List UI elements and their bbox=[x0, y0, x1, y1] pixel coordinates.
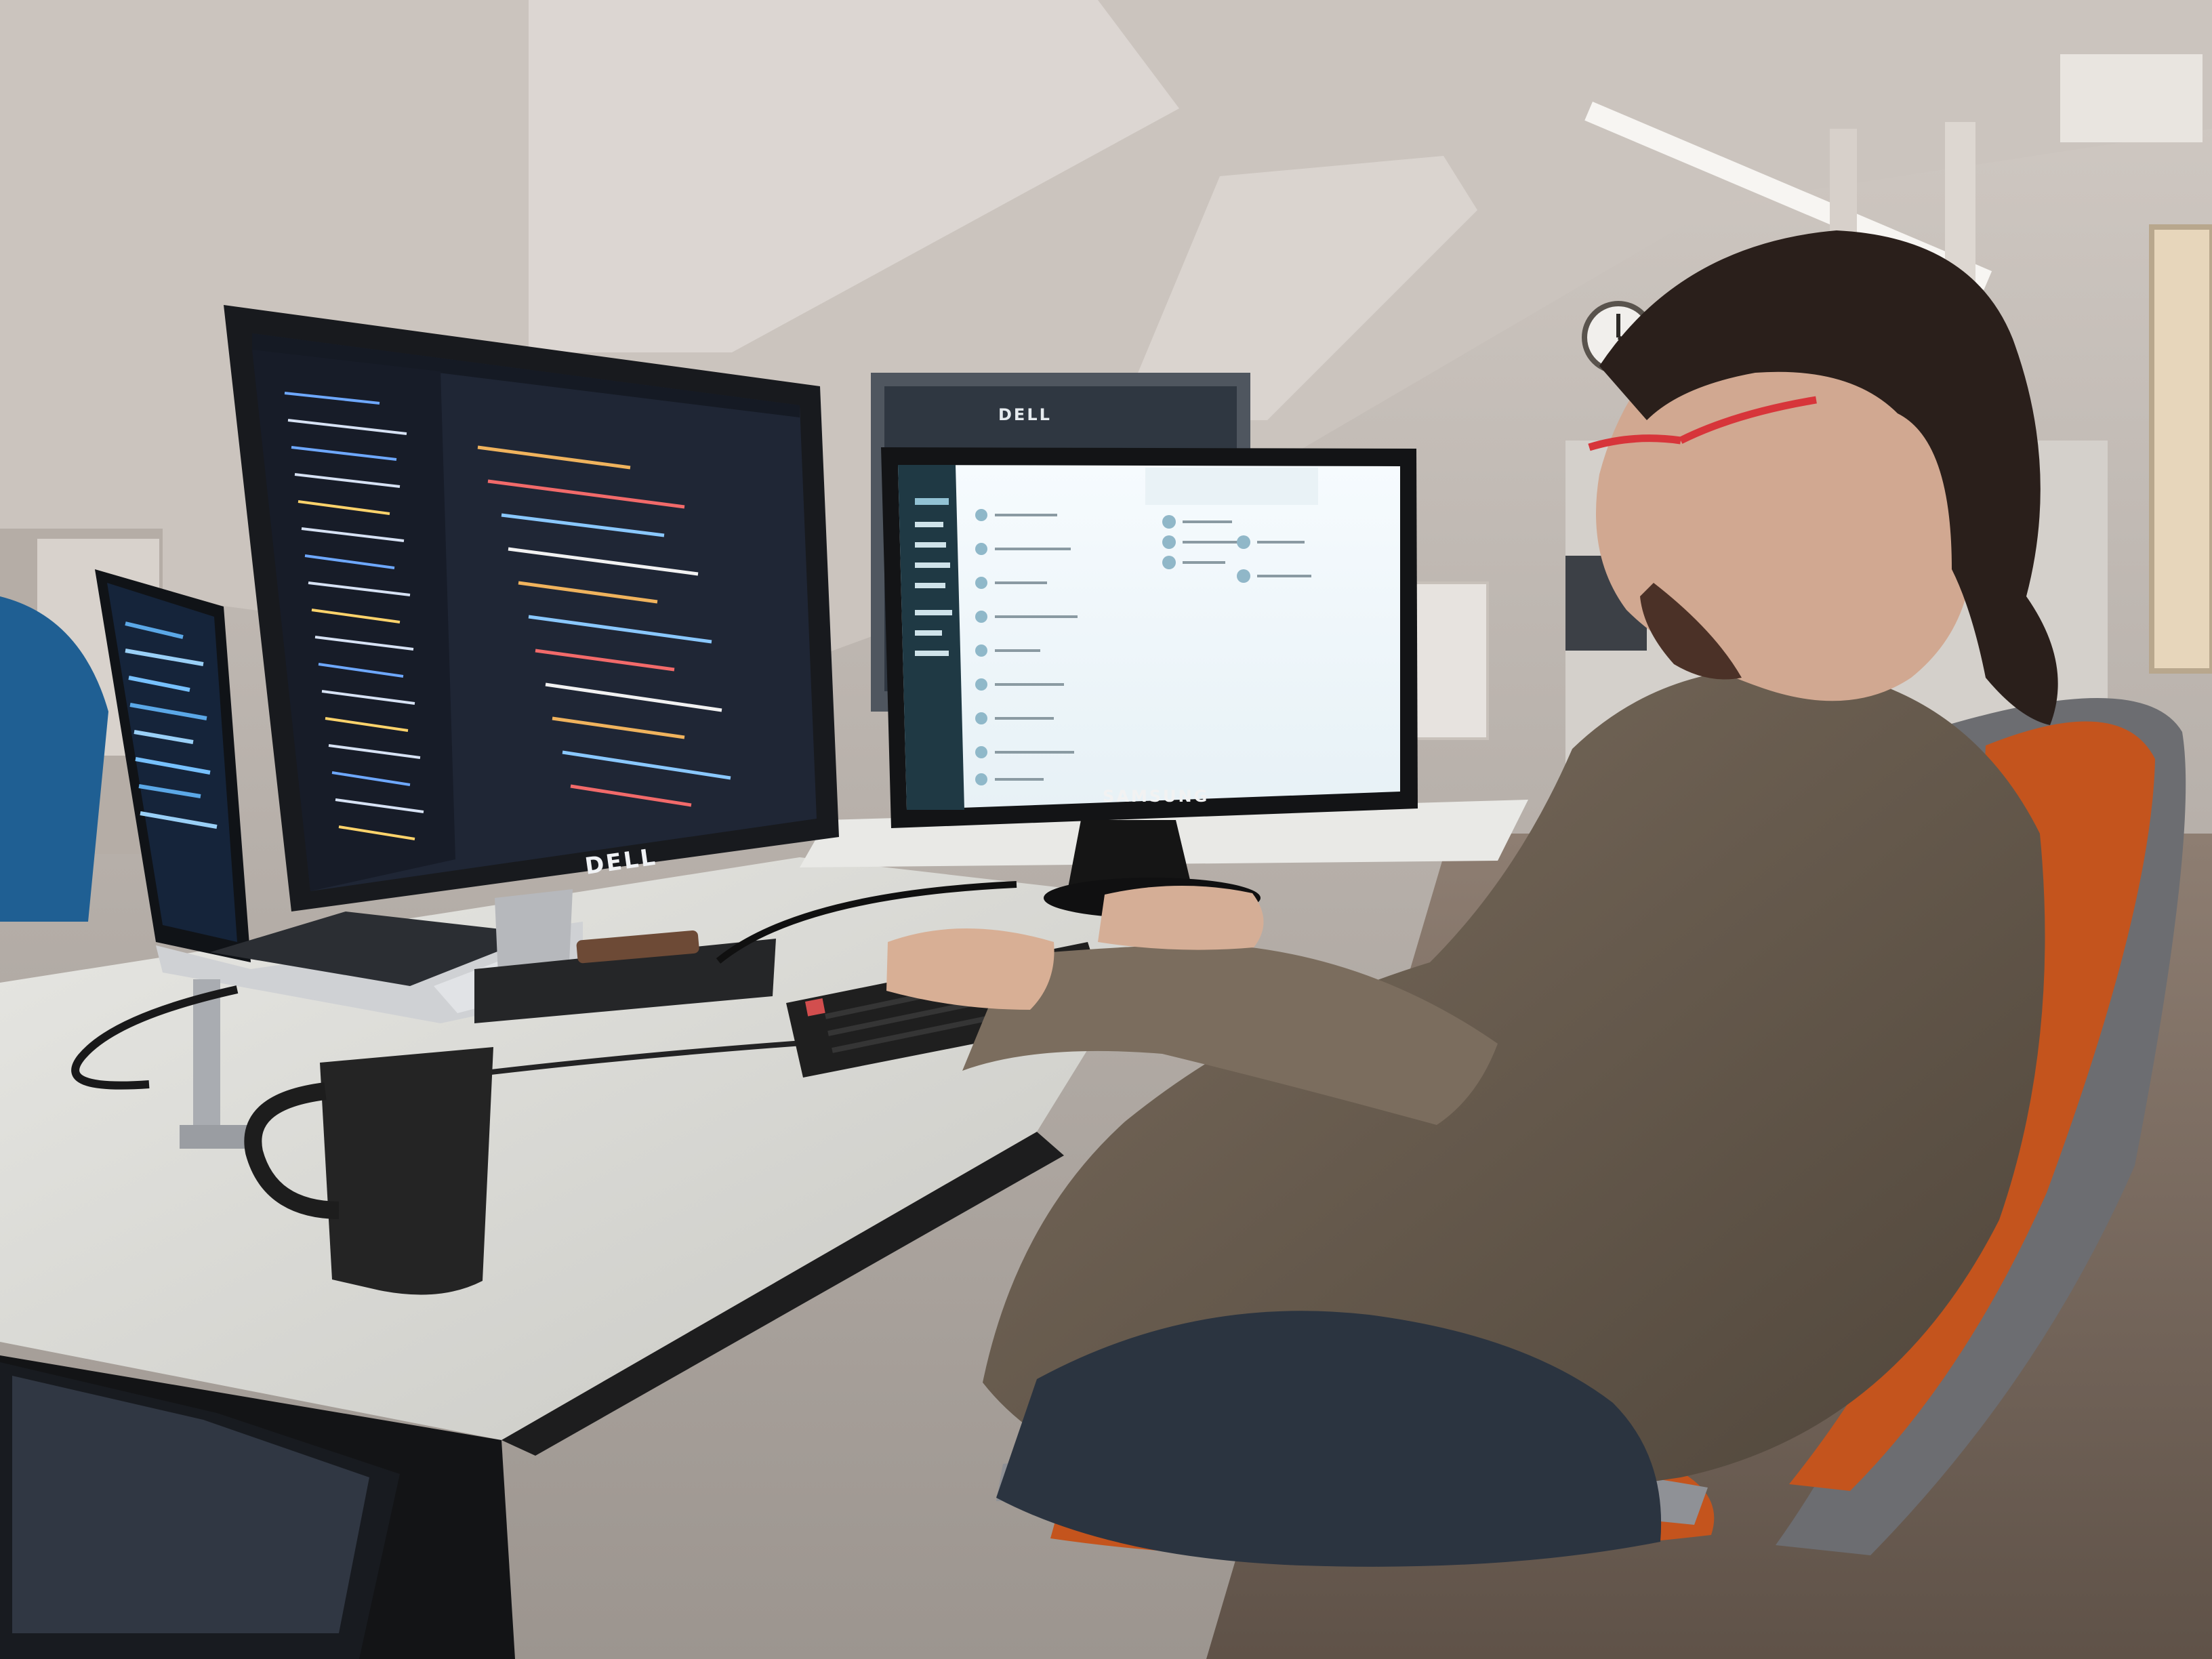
photo-illustration: DELL DELL SAMSUNG bbox=[0, 0, 2212, 1659]
samsung-monitor-brand: SAMSUNG bbox=[1103, 787, 1209, 806]
chat-sidebar-item bbox=[915, 498, 949, 505]
person-right-hand bbox=[1098, 885, 1264, 950]
chat-panel-header bbox=[1145, 468, 1318, 505]
office-desk-photo: DELL DELL SAMSUNG bbox=[0, 0, 2212, 1659]
chat-sidebar-item bbox=[915, 651, 949, 656]
wall-map bbox=[2149, 224, 2212, 674]
laptop-stand-base bbox=[180, 1125, 254, 1149]
chat-sidebar-item bbox=[915, 610, 952, 615]
mug bbox=[320, 1047, 493, 1295]
vent bbox=[2060, 54, 2203, 142]
chat-sidebar-item bbox=[915, 522, 943, 527]
laptop-stand-post bbox=[193, 979, 220, 1149]
chat-sidebar-item bbox=[915, 583, 945, 588]
chat-sidebar-item bbox=[915, 562, 950, 568]
chat-sidebar bbox=[898, 465, 964, 810]
chat-sidebar-item bbox=[915, 542, 946, 548]
white-stand bbox=[1412, 581, 1489, 740]
chat-sidebar-item bbox=[915, 630, 942, 636]
samsung-monitor-screen bbox=[898, 465, 1400, 810]
back-monitor-brand: DELL bbox=[998, 405, 1052, 424]
